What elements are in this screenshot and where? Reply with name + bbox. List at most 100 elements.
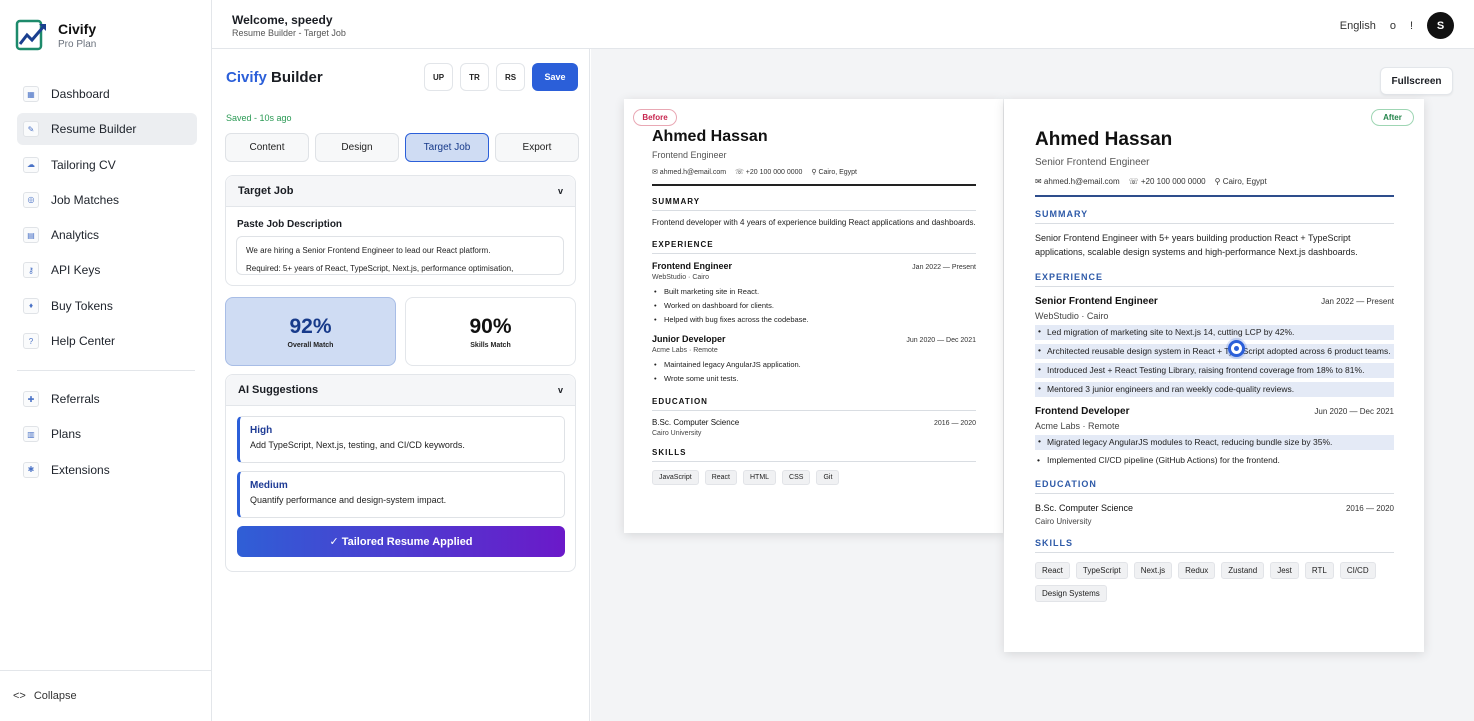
breadcrumb: Resume Builder - Target Job [232,28,346,38]
collapse-button[interactable]: <> Collapse [0,670,212,721]
bullet-list: Built marketing site in React. Worked on… [652,285,976,327]
plan-label: Pro Plan [58,38,97,50]
job-title: Frontend Engineer [652,261,733,272]
analytics-icon: ▤ [23,227,39,244]
suggestion-item[interactable]: High Add TypeScript, Next.js, testing, a… [237,416,565,463]
suggestion-text: Add TypeScript, Next.js, testing, and CI… [250,440,465,450]
help-icon: ? [23,333,39,350]
skill-chip: HTML [742,470,777,486]
degree-date: 2016 — 2020 [1345,503,1394,513]
sidebar-item-label: Referrals [51,392,100,406]
plans-icon: ▥ [23,426,39,443]
sidebar-item-dashboard[interactable]: ▦ Dashboard [17,78,197,110]
ai-suggestions-header[interactable]: AI Suggestions v [226,375,575,406]
skills-list: JavaScript React HTML CSS Git [652,470,976,486]
email-text: ✉ ahmed.h@email.com [652,169,727,176]
brand[interactable]: Civify Pro Plan [14,18,96,52]
section-title: SUMMARY [652,197,976,211]
save-button[interactable]: Save [532,63,578,91]
bullet-item: Worked on dashboard for clients. [652,299,976,313]
sidebar-item-job-matches[interactable]: ◎ Job Matches [17,184,197,216]
summary-text: Senior Frontend Engineer with 5+ years b… [1035,233,1358,257]
skill-chip: JavaScript [652,470,699,486]
skill-chip: TypeScript [1075,561,1128,579]
builder-panel: Civify Builder UP TR RS Save Saved - 10s… [212,49,590,721]
resume-after: After Ahmed Hassan Senior Frontend Engin… [1004,99,1424,652]
suggestion-text: Quantify performance and design-system i… [250,495,447,505]
bullet-list: Maintained legacy AngularJS application.… [652,358,976,386]
notification-icon[interactable]: ! [1410,20,1413,32]
main-nav: ▦ Dashboard ✎ Resume Builder ☁ Tailoring CV ◎ J… [17,78,197,360]
header-rule [1035,195,1394,197]
degree-date: 2016 — 2020 [933,420,976,428]
job-title: Senior Frontend Engineer [1035,295,1158,307]
theme-toggle-icon[interactable]: o [1390,20,1396,32]
reset-button[interactable]: RS [496,63,525,91]
company: WebStudio · Cairo [1035,310,1109,321]
resume-before: Before Ahmed Hassan Frontend Engineer ✉ … [624,99,1003,533]
sidebar-item-tailoring-cv[interactable]: ☁ Tailoring CV [17,149,197,181]
highlighted-bullet-item: Migrated legacy AngularJS modules to Rea… [1035,434,1394,450]
upload-button[interactable]: UP [424,63,453,91]
token-icon: ♦ [23,297,39,314]
builder-title: Civify Builder [226,69,323,86]
tab-content[interactable]: Content [225,133,309,162]
degree: B.Sc. Computer Science [1035,502,1134,513]
secondary-nav: ✚ Referrals ▥ Plans ✱ Extensions [17,383,197,489]
job-title: Junior Developer [652,334,726,345]
skills-list: React TypeScript Next.js Redux Zustand Jest RT… [1035,561,1394,602]
sidebar: Civify Pro Plan ▦ Dashboard ✎ Resume Builde… [0,0,212,721]
sidebar-item-label: Resume Builder [51,122,137,137]
skill-chip: CI/CD [1339,561,1376,579]
translate-button[interactable]: TR [460,63,489,91]
sidebar-item-extensions[interactable]: ✱ Extensions [17,454,197,486]
job-date: Jun 2020 — Dec 2021 [906,337,976,345]
overall-match-card: 92% Overall Match [225,297,396,366]
job-title: Frontend Developer [1035,405,1130,417]
bullet-item: Maintained legacy AngularJS application. [652,358,976,372]
language-selector[interactable]: English [1340,20,1376,32]
job-description-line: We are hiring a Senior Frontend Engineer… [246,246,491,255]
section-title: SUMMARY [1035,209,1394,224]
suggestion-priority: High [250,425,273,436]
tailored-resume-applied-button[interactable]: ✓ Tailored Resume Applied [237,526,565,557]
overall-match-value: 92% [289,315,332,338]
skill-chip: RTL [1304,561,1334,579]
builder-tabs: Content Design Target Job Export [225,133,579,162]
suggestion-item[interactable]: Medium Quantify performance and design-s… [237,471,565,518]
dashboard-icon: ▦ [23,86,39,102]
highlighted-bullet-item: Mentored 3 junior engineers and ran week… [1035,381,1394,397]
summary-text: Frontend developer with 4 years of exper… [652,218,976,227]
job-description-input[interactable]: We are hiring a Senior Frontend Engineer… [236,236,564,275]
tab-export[interactable]: Export [495,133,579,162]
sidebar-item-resume-builder[interactable]: ✎ Resume Builder [17,113,197,146]
sidebar-item-plans[interactable]: ▥ Plans [17,418,197,450]
sidebar-item-referrals[interactable]: ✚ Referrals [17,383,197,415]
target-job-header[interactable]: Target Job v [226,176,575,207]
header-rule [652,184,976,186]
bullet-item: Wrote some unit tests. [652,372,976,386]
sidebar-item-help-center[interactable]: ? Help Center [17,325,197,357]
highlighted-bullet-item: Introduced Jest + React Testing Library,… [1035,362,1394,378]
sidebar-item-buy-tokens[interactable]: ♦ Buy Tokens [17,290,197,322]
tab-design[interactable]: Design [315,133,399,162]
sidebar-item-label: Help Center [51,334,116,349]
company: Acme Labs · Remote [1035,420,1120,431]
contact-row: ✉ ahmed.h@email.com ☏ +20 100 000 0000 ⚲… [1035,177,1394,186]
section-title: EXPERIENCE [652,240,976,255]
tab-target-job[interactable]: Target Job [405,133,489,162]
target-job-title: Target Job [238,185,294,197]
bullet-list: Led migration of marketing site to Next.… [1035,324,1394,397]
collapse-label: Collapse [33,690,77,702]
fullscreen-button[interactable]: Fullscreen [1380,67,1453,95]
builder-title-brand: Civify [226,69,267,86]
skill-chip: Next.js [1133,561,1173,579]
sidebar-item-api-keys[interactable]: ⚷ API Keys [17,254,197,286]
company: Acme Labs · Remote [652,347,718,355]
gift-icon: ✚ [23,391,39,407]
job-date: Jan 2022 — Present [1321,296,1394,306]
sidebar-item-label: Dashboard [51,87,110,101]
avatar[interactable]: S [1427,12,1454,39]
top-header: Welcome, speedy Resume Builder - Target … [212,0,1474,49]
sidebar-item-analytics[interactable]: ▤ Analytics [17,219,197,251]
